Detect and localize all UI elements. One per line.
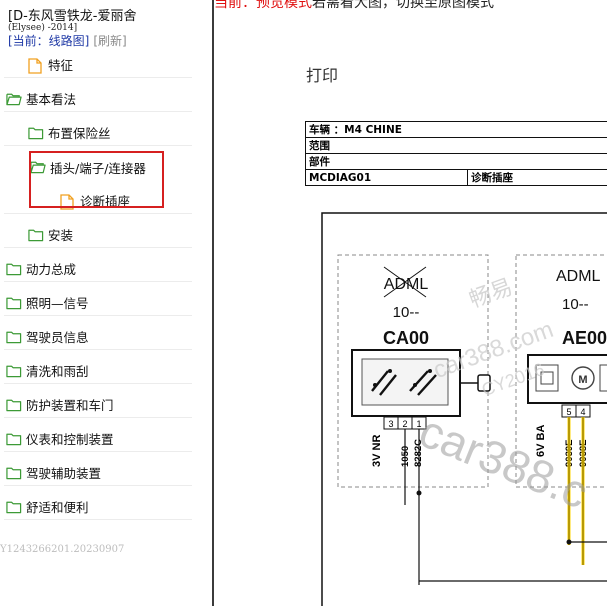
wire-label: 3V NR: [371, 435, 383, 467]
switch-hint-text[interactable]: 若需看大图，切换至原图模式: [312, 0, 494, 11]
print-link[interactable]: 打印: [306, 62, 338, 86]
tree-item-label: 清洗和雨刮: [26, 364, 89, 379]
tree-item-label: 照明—信号: [26, 296, 89, 311]
pin-label: 2: [402, 419, 407, 429]
component-info-table: 车辆 ：M4 CHINE 范围 部件 MCDIAG01 诊断插座: [305, 121, 607, 186]
tree-item-label: 特征: [48, 58, 74, 73]
left-module-label: ADML: [384, 276, 429, 293]
highlight-box: [29, 151, 164, 208]
wiring-diagram[interactable]: ADML 10-- CA00 3 2 1 3V NR 1050 8282C AD…: [214, 205, 607, 606]
document-icon: [28, 57, 44, 74]
folder-icon: [6, 364, 22, 378]
tree-item-installation[interactable]: 安装: [4, 222, 192, 248]
folder-icon: [6, 432, 22, 446]
svg-text:M: M: [578, 374, 587, 386]
folder-icon: [6, 296, 22, 310]
part-name-cell: 诊断插座: [467, 169, 607, 186]
tree-item-comfort[interactable]: 舒适和便利: [4, 494, 192, 520]
tree-item-powertrain[interactable]: 动力总成: [4, 256, 192, 282]
tree-item-label: 舒适和便利: [26, 500, 89, 515]
tree-item-lighting[interactable]: 照明—信号: [4, 290, 192, 316]
preview-mode-text: 当前：预览模式: [214, 0, 312, 11]
tree-item-features[interactable]: 特征: [4, 52, 192, 78]
right-module-label: ADML: [556, 268, 601, 285]
right-module-sub: 10--: [562, 296, 589, 313]
folder-icon: [6, 262, 22, 276]
pin-label: 5: [566, 407, 571, 417]
refresh-link[interactable]: [刷新]: [93, 34, 126, 48]
vehicle-title: [D-东风雪铁龙-爱丽舍: [8, 9, 137, 24]
tree-item-protection-doors[interactable]: 防护装置和车门: [4, 392, 192, 418]
tree-item-label: 安装: [48, 228, 74, 243]
tree-item-label: 防护装置和车门: [26, 398, 114, 413]
watermark: 畅易: [466, 275, 516, 314]
left-module-code: CA00: [383, 328, 429, 348]
tree-item-basic-view[interactable]: 基本看法: [4, 86, 192, 112]
folder-open-icon: [6, 92, 22, 106]
tree-item-label: 动力总成: [26, 262, 77, 277]
tree-item-driver-info[interactable]: 驾驶员信息: [4, 324, 192, 350]
tree-item-label: 基本看法: [26, 92, 77, 107]
part-cell: 部件: [305, 153, 607, 170]
folder-icon: [28, 228, 44, 242]
folder-icon: [6, 500, 22, 514]
pin-label: 1: [416, 419, 421, 429]
tree-item-label: 驾驶辅助装置: [26, 466, 102, 481]
build-code: Y1243266201.20230907: [0, 544, 125, 555]
pin-label: 4: [580, 407, 585, 417]
sidebar-tree: [D-东风雪铁龙-爱丽舍 (Elysee) -2014] [当前：线路图] [刷新…: [0, 0, 212, 606]
sidebar-header: [D-东风雪铁龙-爱丽舍 (Elysee) -2014] [当前：线路图] [刷新…: [8, 10, 208, 48]
right-module-code: AE00: [562, 328, 607, 348]
folder-icon: [6, 398, 22, 412]
left-module-sub: 10--: [393, 304, 420, 321]
folder-icon: [6, 330, 22, 344]
preview-pane: 当前：预览模式若需看大图，切换至原图模式 打印 车辆 ：M4 CHINE 范围 …: [214, 0, 607, 606]
current-view-link[interactable]: [当前：线路图]: [8, 34, 89, 48]
tree-item-driving-assist[interactable]: 驾驶辅助装置: [4, 460, 192, 486]
folder-icon: [6, 466, 22, 480]
pin-label: 3: [388, 419, 393, 429]
preview-notice: 当前：预览模式若需看大图，切换至原图模式: [214, 0, 494, 11]
vehicle-subtitle: (Elysee) -2014]: [8, 23, 78, 33]
scope-cell: 范围: [305, 137, 607, 154]
tree-item-fuse-layout[interactable]: 布置保险丝: [4, 120, 192, 146]
tree-item-wash-wipe[interactable]: 清洗和雨刮: [4, 358, 192, 384]
tree-item-label: 仪表和控制装置: [26, 432, 114, 447]
folder-icon: [28, 126, 44, 140]
tree-item-label: 布置保险丝: [48, 126, 111, 141]
vehicle-cell: 车辆 ：M4 CHINE: [305, 121, 607, 138]
tree-item-label: 驾驶员信息: [26, 330, 89, 345]
part-code-cell: MCDIAG01: [305, 169, 468, 186]
tree-item-instruments[interactable]: 仪表和控制装置: [4, 426, 192, 452]
